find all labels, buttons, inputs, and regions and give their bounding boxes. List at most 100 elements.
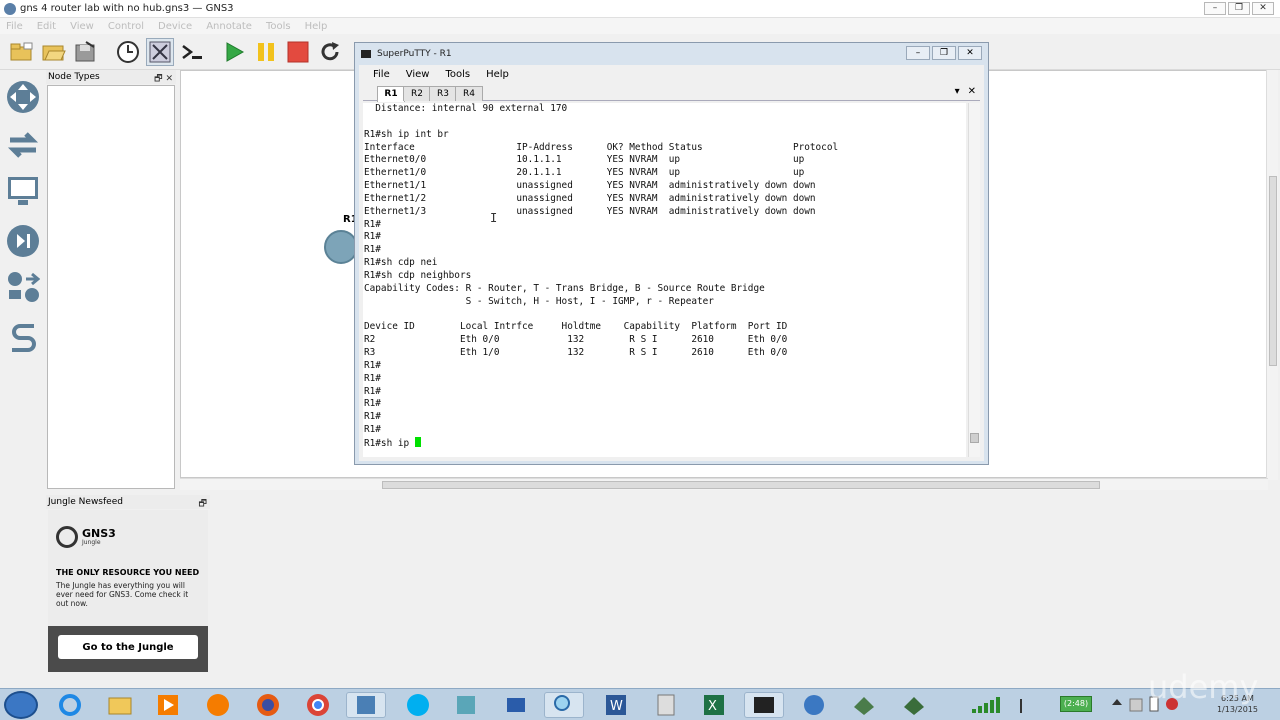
- start-all-button[interactable]: [220, 38, 248, 66]
- superputty-menubar: File View Tools Help: [359, 65, 984, 83]
- terminal-line: R3 Eth 1/0 132 R S I 2610 Eth 0/0: [364, 347, 788, 359]
- terminal-scrollbar[interactable]: [968, 103, 980, 457]
- node-types-list[interactable]: [47, 85, 175, 489]
- taskbar-firefox[interactable]: [248, 692, 288, 718]
- taskbar-ie[interactable]: [50, 692, 90, 718]
- taskbar-app-green[interactable]: [894, 692, 934, 718]
- internet-explorer-icon: [59, 694, 81, 716]
- taskbar-skype[interactable]: [398, 692, 438, 718]
- globe-icon: [804, 695, 824, 715]
- putty-menu-tools[interactable]: Tools: [445, 69, 470, 80]
- suspend-all-button[interactable]: [252, 38, 280, 66]
- tab-list-dropdown-icon[interactable]: ▾: [955, 86, 960, 97]
- minimize-button[interactable]: –: [1204, 2, 1226, 15]
- workspace-horizontal-scrollbar[interactable]: [180, 478, 1268, 490]
- taskbar-calculator[interactable]: [646, 692, 686, 718]
- end-devices-category-button[interactable]: [4, 172, 42, 210]
- battery-indicator[interactable]: (2:48): [1060, 696, 1092, 712]
- taskbar-explorer[interactable]: [100, 692, 140, 718]
- stop-all-button[interactable]: [284, 38, 312, 66]
- menu-control[interactable]: Control: [108, 21, 144, 32]
- reload-icon: [321, 41, 339, 60]
- node-types-header: Node Types 🗗 ✕: [46, 70, 176, 84]
- security-devices-category-button[interactable]: [4, 222, 42, 260]
- taskbar-word[interactable]: W: [596, 692, 636, 718]
- menu-file[interactable]: File: [6, 21, 23, 32]
- terminal-taskbar-icon: [754, 697, 774, 713]
- taskbar-app-teal[interactable]: [446, 692, 486, 718]
- taskbar-superputty[interactable]: [744, 692, 784, 718]
- workspace-vertical-scrollbar[interactable]: [1266, 70, 1278, 480]
- start-button[interactable]: [4, 691, 38, 719]
- menu-tools[interactable]: Tools: [266, 21, 291, 32]
- session-tabs: R1 R2 R3 R4 ▾ ✕: [363, 85, 980, 102]
- jungle-newsfeed-panel: Jungle Newsfeed 🗗 GNS3 Jungle THE ONLY R…: [46, 495, 210, 673]
- menu-help[interactable]: Help: [305, 21, 328, 32]
- putty-menu-file[interactable]: File: [373, 69, 390, 80]
- save-icon: [75, 40, 95, 61]
- menu-annotate[interactable]: Annotate: [206, 21, 252, 32]
- close-button[interactable]: ✕: [1252, 2, 1274, 15]
- tab-r3[interactable]: R3: [429, 86, 457, 101]
- tab-controls: ▾ ✕: [955, 86, 976, 97]
- chrome-icon: [307, 694, 329, 716]
- restore-button[interactable]: ❐: [1228, 2, 1250, 15]
- taskbar-chrome[interactable]: [298, 692, 338, 718]
- menu-device[interactable]: Device: [158, 21, 192, 32]
- terminal-line: Ethernet1/3 unassigned YES NVRAM adminis…: [364, 205, 816, 217]
- terminal-cursor: [414, 436, 421, 447]
- newsfeed-headline: THE ONLY RESOURCE YOU NEED: [56, 568, 200, 577]
- network-tray-icon[interactable]: [1128, 695, 1144, 713]
- window-controls: – ❐ ✕: [1204, 2, 1274, 15]
- magnifier-icon: [554, 695, 570, 711]
- taskbar-gns3[interactable]: [346, 692, 386, 718]
- topology-icon: [149, 41, 171, 62]
- snapshot-button[interactable]: [114, 38, 142, 66]
- network-app-icon: [854, 697, 874, 715]
- tab-r4[interactable]: R4: [455, 86, 483, 101]
- terminal-prompt-line[interactable]: R1#sh ip: [364, 438, 415, 449]
- tab-r2[interactable]: R2: [403, 86, 431, 101]
- new-project-button[interactable]: [8, 38, 36, 66]
- menu-edit[interactable]: Edit: [37, 21, 56, 32]
- switches-category-button[interactable]: [4, 126, 42, 164]
- taskbar-app-orange[interactable]: [198, 692, 238, 718]
- router-r1-icon[interactable]: [324, 230, 358, 264]
- taskbar-excel[interactable]: X: [694, 692, 734, 718]
- taskbar-app-globe[interactable]: [794, 692, 834, 718]
- putty-minimize-button[interactable]: –: [906, 46, 930, 60]
- taskbar-app-network[interactable]: [844, 692, 884, 718]
- putty-close-button[interactable]: ✕: [958, 46, 982, 60]
- superputty-client: File View Tools Help R1 R2 R3 R4 ▾ ✕ Dis…: [359, 65, 984, 461]
- menu-view[interactable]: View: [70, 21, 94, 32]
- save-project-button[interactable]: [72, 38, 100, 66]
- add-link-button[interactable]: [4, 318, 42, 356]
- newsfeed-button-area: Go to the Jungle: [48, 626, 208, 672]
- reload-all-button[interactable]: [316, 38, 344, 66]
- udemy-watermark: udemy: [1148, 668, 1259, 706]
- taskbar-app-blue[interactable]: [496, 692, 536, 718]
- open-folder-icon: [42, 45, 66, 60]
- play-icon: [226, 41, 245, 62]
- console-all-button[interactable]: [178, 38, 206, 66]
- putty-restore-button[interactable]: ❐: [932, 46, 956, 60]
- tab-r1[interactable]: R1: [377, 86, 405, 102]
- taskbar-media[interactable]: [148, 692, 188, 718]
- show-interface-labels-button[interactable]: [146, 37, 174, 66]
- show-hidden-icons-icon[interactable]: [1112, 697, 1122, 707]
- tab-close-icon[interactable]: ✕: [968, 86, 976, 97]
- go-to-jungle-button[interactable]: Go to the Jungle: [58, 635, 198, 659]
- taskbar-search-app[interactable]: [544, 692, 584, 718]
- routers-category-button[interactable]: [4, 78, 42, 116]
- terminal-line: Capability Codes: R - Router, T - Trans …: [364, 282, 765, 294]
- skype-icon: [407, 694, 429, 716]
- terminal-line: R1#sh cdp nei: [364, 257, 438, 269]
- putty-menu-view[interactable]: View: [406, 69, 430, 80]
- open-project-button[interactable]: [40, 38, 68, 66]
- terminal-line: Ethernet1/1 unassigned YES NVRAM adminis…: [364, 180, 816, 192]
- excel-icon: X: [704, 695, 724, 715]
- terminal-output[interactable]: Distance: internal 90 external 170 R1#sh…: [363, 103, 966, 457]
- all-devices-category-button[interactable]: [4, 268, 42, 306]
- putty-menu-help[interactable]: Help: [486, 69, 509, 80]
- gns3-title-bar: gns 4 router lab with no hub.gns3 — GNS3…: [0, 0, 1280, 18]
